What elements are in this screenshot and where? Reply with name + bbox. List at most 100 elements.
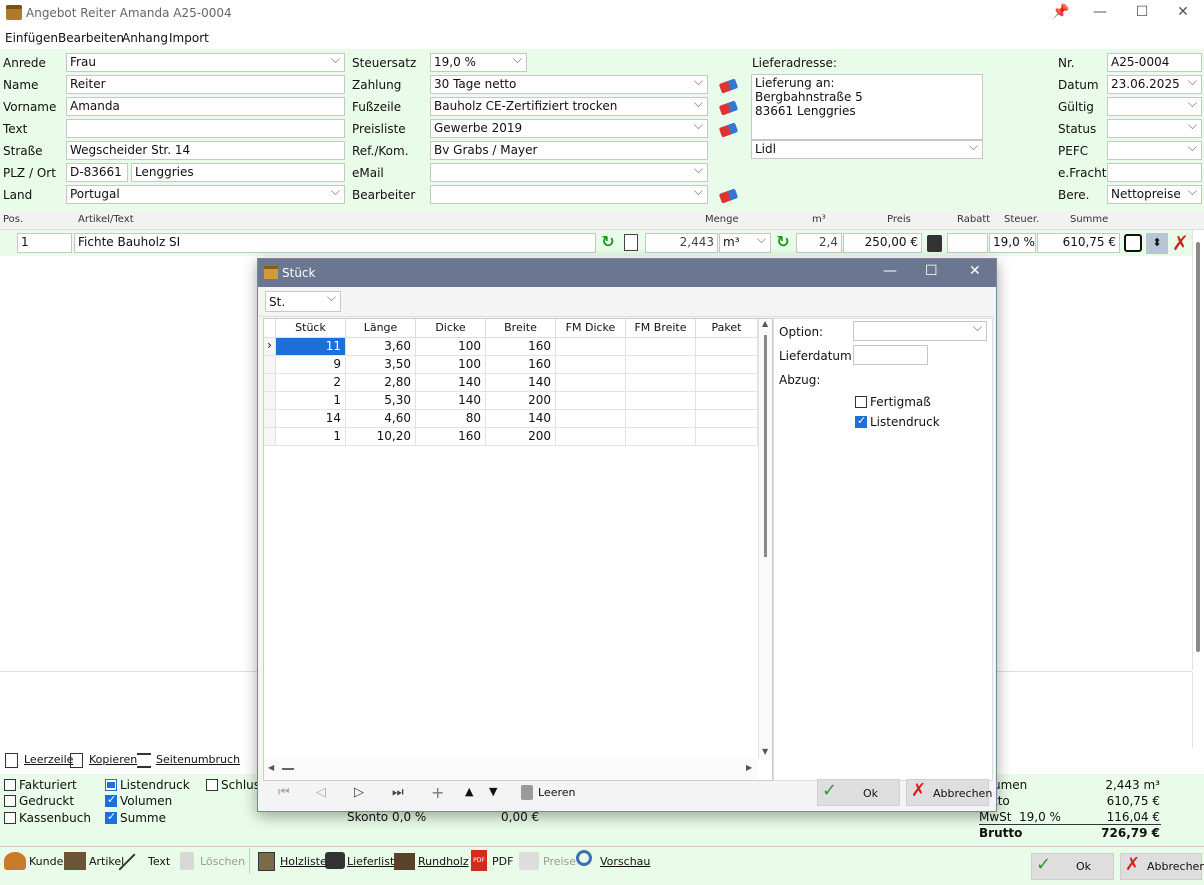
carrier-select[interactable]: Lidl	[751, 140, 983, 159]
plz-field[interactable]: D-83661	[66, 163, 128, 182]
cell-fm-breite[interactable]	[626, 428, 696, 446]
text-field[interactable]	[66, 119, 345, 138]
scroll-thumb[interactable]	[282, 768, 294, 770]
delete-icon[interactable]: ✗	[1172, 231, 1189, 255]
cell-dicke[interactable]: 140	[416, 374, 486, 392]
cell-breite[interactable]: 160	[486, 338, 556, 356]
table-row[interactable]: 1 Fichte Bauholz SI ↻ 2,443 m³ ↻ 2,4 250…	[0, 230, 1192, 256]
cell-stueck[interactable]: 9	[276, 356, 346, 374]
einheit-select[interactable]: m³	[719, 232, 771, 253]
listendruck-dialog-checkbox[interactable]	[855, 414, 867, 428]
cell-breite[interactable]: 160	[486, 356, 556, 374]
cell-fm-breite[interactable]	[626, 410, 696, 428]
summe-checkbox[interactable]	[105, 810, 117, 824]
first-record-icon[interactable]: ⏮	[278, 785, 290, 800]
cell-fm-dicke[interactable]	[556, 356, 626, 374]
grid-scrollbar[interactable]	[1192, 230, 1204, 670]
kopieren-button[interactable]: Kopieren	[89, 753, 137, 766]
scroll-down-icon[interactable]: ▼	[762, 747, 768, 756]
menge-field[interactable]: 2,443	[645, 233, 718, 253]
name-field[interactable]: Reiter	[66, 75, 345, 94]
cell-stueck[interactable]: 1	[276, 428, 346, 446]
holzliste-button[interactable]: Holzliste	[280, 855, 327, 868]
steuersatz-select[interactable]: 19,0 %	[430, 53, 527, 72]
scroll-thumb[interactable]	[1196, 242, 1200, 652]
table-hscrollbar[interactable]: ◀ ▶	[264, 759, 758, 780]
close-button[interactable]: ✕	[1168, 2, 1198, 24]
artikel-field[interactable]: Fichte Bauholz SI	[74, 233, 596, 253]
move-up-icon[interactable]: ▲	[465, 785, 473, 798]
pefc-select[interactable]	[1107, 141, 1202, 160]
rundholz-button[interactable]: Rundholz	[418, 855, 469, 868]
cell-stueck[interactable]: 11	[276, 338, 346, 356]
cell-stueck[interactable]: 14	[276, 410, 346, 428]
cell-laenge[interactable]: 3,50	[346, 356, 416, 374]
preisliste-select[interactable]: Gewerbe 2019	[430, 119, 708, 138]
cell-paket[interactable]	[696, 392, 758, 410]
dialog-minimize-button[interactable]: —	[883, 263, 897, 279]
zahlung-select[interactable]: 30 Tage netto	[430, 75, 708, 94]
move-down-icon[interactable]: ▼	[489, 785, 497, 798]
lieferliste-button[interactable]: Lieferliste	[347, 855, 401, 868]
text-button[interactable]: Text	[148, 855, 170, 868]
menu-anhang[interactable]: Anhang	[122, 31, 168, 45]
cell-laenge[interactable]: 5,30	[346, 392, 416, 410]
row-header[interactable]	[264, 410, 276, 428]
fakturiert-checkbox[interactable]	[4, 779, 16, 791]
ok-button[interactable]: ✓ Ok	[1031, 853, 1114, 880]
unit-select[interactable]: St.	[265, 291, 341, 312]
cell-laenge[interactable]: 3,60	[346, 338, 416, 356]
add-record-icon[interactable]: +	[431, 783, 444, 802]
cell-breite[interactable]: 140	[486, 374, 556, 392]
email-select[interactable]	[430, 163, 708, 182]
vorschau-button[interactable]: Vorschau	[600, 855, 650, 868]
option-select[interactable]	[853, 321, 987, 341]
bere-select[interactable]: Nettopreise	[1107, 185, 1202, 204]
bearbeiter-select[interactable]	[430, 185, 708, 204]
cell-fm-dicke[interactable]	[556, 392, 626, 410]
efracht-field[interactable]	[1107, 163, 1202, 182]
leeren-button[interactable]: Leeren	[538, 786, 576, 799]
cell-breite[interactable]: 200	[486, 428, 556, 446]
scroll-thumb[interactable]	[764, 335, 767, 557]
listendruck-checkbox[interactable]	[105, 779, 117, 791]
ort-field[interactable]: Lenggries	[131, 163, 345, 182]
nr-field[interactable]: A25-0004	[1107, 53, 1202, 72]
lieferdatum-field[interactable]	[853, 345, 928, 365]
dialog-close-button[interactable]: ✕	[969, 263, 981, 279]
cell-dicke[interactable]: 100	[416, 356, 486, 374]
lieferadresse-textarea[interactable]: Lieferung an: Bergbahnstraße 5 83661 Len…	[751, 74, 983, 140]
dialog-ok-button[interactable]: ✓ Ok	[817, 779, 900, 806]
fertigmass-checkbox[interactable]	[855, 396, 867, 408]
calculator-icon[interactable]	[927, 235, 942, 252]
maximize-button[interactable]: ☐	[1127, 2, 1157, 24]
cell-fm-dicke[interactable]	[556, 338, 626, 356]
status-select[interactable]	[1107, 119, 1202, 138]
cell-dicke[interactable]: 160	[416, 428, 486, 446]
eraser-icon[interactable]	[718, 100, 739, 116]
eraser-icon[interactable]	[718, 188, 739, 204]
scroll-left-icon[interactable]: ◀	[268, 763, 274, 772]
gedruckt-checkbox[interactable]	[4, 795, 16, 807]
m3-field[interactable]: 2,4	[796, 233, 842, 253]
cancel-button[interactable]: ✗ Abbrechen	[1120, 853, 1204, 880]
eraser-icon[interactable]	[718, 78, 739, 94]
ref-field[interactable]: Bv Grabs / Mayer	[430, 141, 708, 160]
cell-paket[interactable]	[696, 356, 758, 374]
cell-fm-dicke[interactable]	[556, 410, 626, 428]
artikel-button[interactable]: Artikel	[89, 855, 124, 868]
pdf-button[interactable]: PDF	[492, 855, 513, 868]
cell-paket[interactable]	[696, 410, 758, 428]
menu-einfuegen[interactable]: Einfügen	[5, 31, 58, 45]
cell-dicke[interactable]: 100	[416, 338, 486, 356]
pin-icon[interactable]: 📌	[1046, 2, 1076, 24]
prev-record-icon[interactable]: ◁	[316, 785, 326, 800]
refresh-icon[interactable]: ↻	[600, 234, 616, 250]
text-scrollbar[interactable]	[1192, 672, 1204, 748]
volumen-checkbox[interactable]	[105, 793, 117, 807]
cell-paket[interactable]	[696, 428, 758, 446]
leerzeile-button[interactable]: Leerzeile	[24, 753, 73, 766]
cell-paket[interactable]	[696, 374, 758, 392]
row-header[interactable]	[264, 374, 276, 392]
cell-breite[interactable]: 140	[486, 410, 556, 428]
